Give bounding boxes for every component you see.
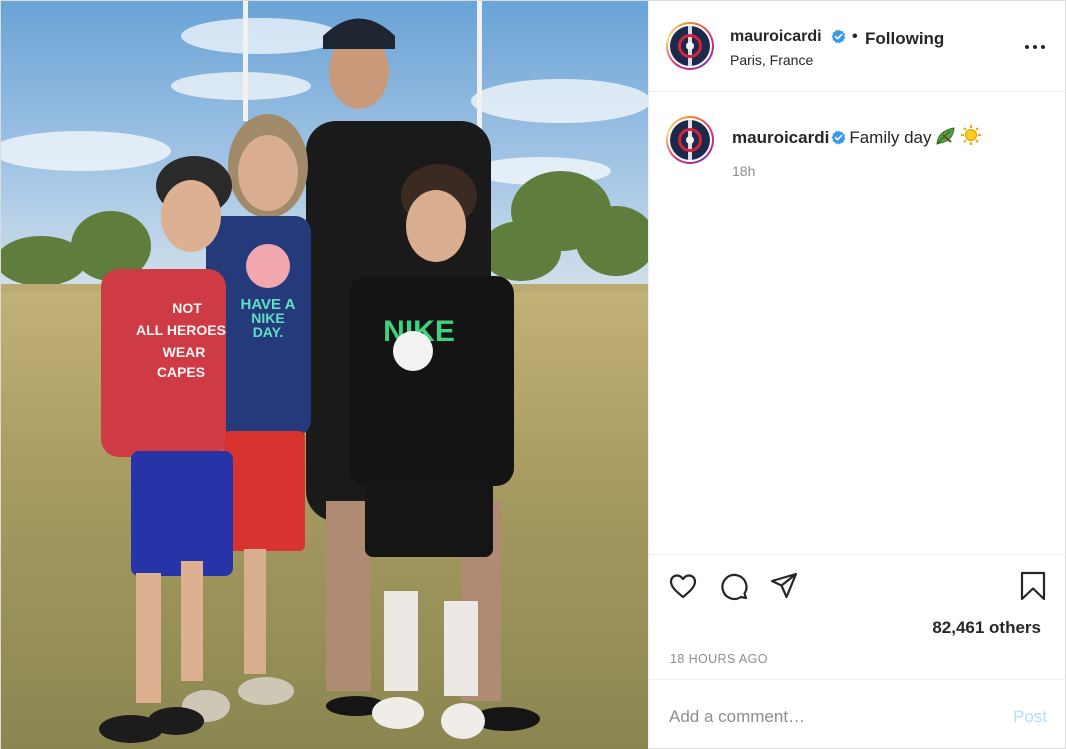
red-shirt-line3: WEAR xyxy=(163,344,206,360)
more-options-icon[interactable] xyxy=(1025,39,1049,55)
post-date[interactable]: 18 HOURS AGO xyxy=(670,652,768,666)
post-actions: 82,461 others 18 HOURS AGO xyxy=(649,554,1066,679)
post-photo[interactable]: HAVE A NIKE DAY. NOT ALL HEROES WEAR CAP… xyxy=(1,1,648,749)
caption-text: Family day xyxy=(849,128,932,147)
share-icon[interactable] xyxy=(769,571,799,601)
comment-input[interactable] xyxy=(669,704,969,730)
caption-time[interactable]: 18h xyxy=(732,163,755,179)
instagram-post-dialog: HAVE A NIKE DAY. NOT ALL HEROES WEAR CAP… xyxy=(0,0,1066,749)
author-avatar[interactable] xyxy=(666,22,714,70)
follow-separator: • xyxy=(852,28,858,45)
red-shirt-line4: CAPES xyxy=(157,364,205,380)
blue-shirt-line3: DAY. xyxy=(253,324,284,340)
red-shirt-line2: ALL HEROES xyxy=(136,322,226,338)
heart-icon[interactable] xyxy=(668,571,698,601)
post-comment-button[interactable]: Post xyxy=(1013,707,1047,727)
leaf-emoji-icon xyxy=(935,127,955,145)
comment-bar: Post xyxy=(649,679,1066,749)
caption-avatar[interactable] xyxy=(666,116,714,164)
caption-username[interactable]: mauroicardi xyxy=(732,128,829,147)
sun-emoji-icon xyxy=(960,125,981,145)
caption-line: mauroicardi Family day xyxy=(732,124,982,148)
post-side-panel: mauroicardi • Following Paris, France ma… xyxy=(648,1,1066,749)
following-button[interactable]: Following xyxy=(865,29,944,49)
likes-count[interactable]: 82,461 others xyxy=(932,618,1041,638)
red-shirt-line1: NOT xyxy=(172,300,202,316)
verified-badge-icon xyxy=(831,29,846,44)
bookmark-icon[interactable] xyxy=(1018,571,1048,601)
post-location[interactable]: Paris, France xyxy=(730,52,813,68)
verified-badge-icon xyxy=(831,130,846,145)
author-username[interactable]: mauroicardi xyxy=(730,28,822,46)
comment-icon[interactable] xyxy=(719,571,749,601)
post-header: mauroicardi • Following Paris, France xyxy=(649,1,1066,92)
goal-post-left xyxy=(243,1,248,121)
